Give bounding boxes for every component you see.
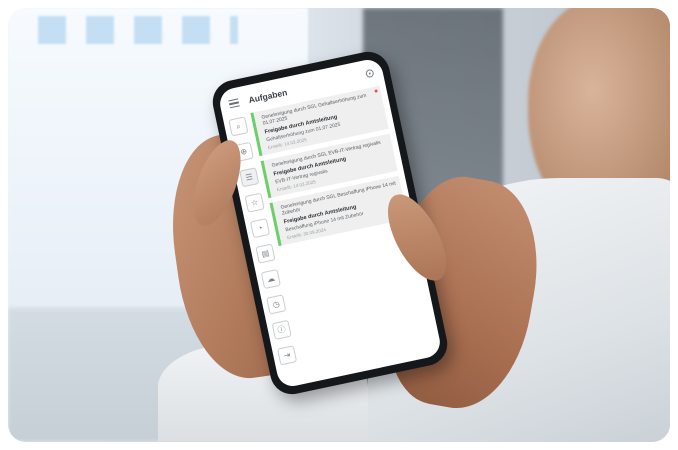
info-icon[interactable]: ⓘ	[271, 319, 292, 340]
task-list: Genehmigung durch SGL Gehaltserhöhung zu…	[250, 85, 408, 251]
star-icon[interactable]: ☆	[244, 192, 265, 213]
clock-icon[interactable]: ◷	[266, 294, 287, 315]
cloud-icon[interactable]: ☁	[260, 268, 281, 290]
app-title: Aufgaben	[247, 87, 289, 106]
document-icon[interactable]: ▤	[255, 243, 276, 264]
list-icon[interactable]: ☰	[239, 167, 260, 188]
search-icon[interactable]: ⌕	[228, 116, 249, 137]
settings-icon[interactable]	[365, 68, 375, 79]
logout-icon[interactable]: ⇥	[276, 345, 298, 366]
menu-icon[interactable]	[228, 98, 240, 109]
timer-icon[interactable]: ◔	[249, 218, 271, 239]
unread-indicator	[374, 89, 378, 93]
photo-frame: Aufgaben ⌕ ⊕ ☰ ☆ ◔ ▤ ☁ ◷ ⓘ ⇥ Genehmigung durch SG…	[8, 8, 670, 442]
